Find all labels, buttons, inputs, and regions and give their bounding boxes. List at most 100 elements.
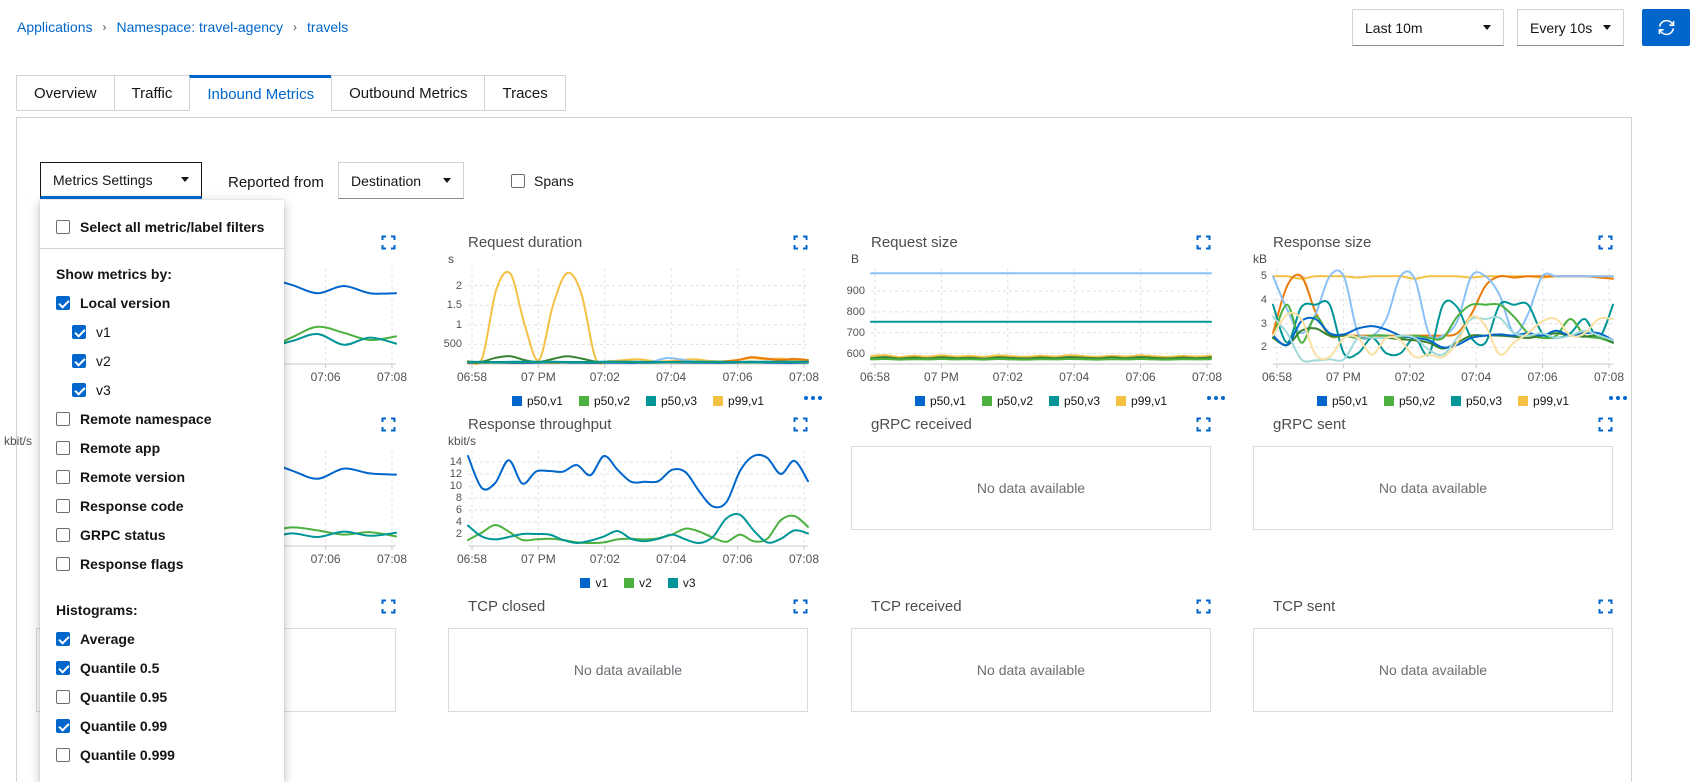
expand-icon[interactable] <box>793 417 808 432</box>
expand-icon[interactable] <box>793 599 808 614</box>
legend-item-v2[interactable]: v2 <box>624 576 652 590</box>
kebab-dot <box>1221 396 1225 400</box>
reported-from-label: Reported from <box>228 174 324 191</box>
expand-icon[interactable] <box>1196 599 1211 614</box>
menu-item-remote-namespace[interactable]: Remote namespace <box>40 404 284 433</box>
legend-item-p50-v2[interactable]: p50,v2 <box>982 394 1033 408</box>
menu-item-quantile-0-99[interactable]: Quantile 0.99 <box>40 711 284 740</box>
x-axis-tick-label: 07 PM <box>924 370 959 384</box>
checkbox-remote-version[interactable] <box>56 470 70 484</box>
metric-card-tcp_sent: TCP sentNo data available <box>1237 590 1629 712</box>
tab-overview[interactable]: Overview <box>16 75 115 111</box>
checkbox-response-code[interactable] <box>56 499 70 513</box>
expand-icon[interactable] <box>793 235 808 250</box>
metrics-settings-dropdown-button[interactable]: Metrics Settings <box>40 162 202 199</box>
menu-item-response-flags[interactable]: Response flags <box>40 549 284 578</box>
legend-item-p50-v3[interactable]: p50,v3 <box>1049 394 1100 408</box>
y-axis-unit-label: kbit/s <box>448 434 476 448</box>
legend-item-p50-v3[interactable]: p50,v3 <box>1451 394 1502 408</box>
menu-item-label: Remote app <box>80 440 160 456</box>
menu-item-v3[interactable]: v3 <box>40 375 284 404</box>
legend-item-p99-v1[interactable]: p99,v1 <box>1116 394 1167 408</box>
legend-item-p50-v3[interactable]: p50,v3 <box>646 394 697 408</box>
x-axis-tick-label: 06:58 <box>860 370 890 384</box>
y-axis-tick-label: 4 <box>432 516 462 528</box>
breadcrumb-link-travels[interactable]: travels <box>307 19 348 35</box>
menu-item-response-code[interactable]: Response code <box>40 491 284 520</box>
breadcrumb-link-applications[interactable]: Applications <box>17 19 93 35</box>
menu-item-v2[interactable]: v2 <box>40 346 284 375</box>
menu-item-quantile-0-95[interactable]: Quantile 0.95 <box>40 682 284 711</box>
legend-item-p99-v1[interactable]: p99,v1 <box>713 394 764 408</box>
checkbox-v3[interactable] <box>72 383 86 397</box>
menu-item-quantile-0-5[interactable]: Quantile 0.5 <box>40 653 284 682</box>
legend-item-p50-v1[interactable]: p50,v1 <box>512 394 563 408</box>
tab-outbound-metrics[interactable]: Outbound Metrics <box>331 75 485 111</box>
legend-swatch <box>668 578 678 588</box>
checkbox-response-flags[interactable] <box>56 557 70 571</box>
checkbox-remote-namespace[interactable] <box>56 412 70 426</box>
menu-item-select-all-metric-label-filters[interactable]: Select all metric/label filters <box>40 212 284 241</box>
menu-item-v1[interactable]: v1 <box>40 317 284 346</box>
chart-unit-row: kB <box>1237 252 1629 266</box>
legend-item-p50-v2[interactable]: p50,v2 <box>579 394 630 408</box>
chart-canvas <box>871 268 1211 369</box>
refresh-interval-value: Every 10s <box>1530 20 1592 36</box>
checkbox-v1[interactable] <box>72 325 86 339</box>
expand-icon[interactable] <box>1196 417 1211 432</box>
checkbox-quantile-0-5[interactable] <box>56 661 70 675</box>
metrics-settings-menu: Select all metric/label filtersShow metr… <box>40 200 284 782</box>
checkbox-quantile-0-999[interactable] <box>56 748 70 762</box>
checkbox-quantile-0-99[interactable] <box>56 719 70 733</box>
y-axis-tick-label: 700 <box>835 327 865 339</box>
expand-icon[interactable] <box>381 599 396 614</box>
refresh-interval-select[interactable]: Every 10s <box>1517 9 1624 46</box>
x-axis-tick-label: 07:06 <box>1528 370 1558 384</box>
menu-item-remote-version[interactable]: Remote version <box>40 462 284 491</box>
legend-item-p50-v2[interactable]: p50,v2 <box>1384 394 1435 408</box>
tab-inbound-metrics[interactable]: Inbound Metrics <box>189 75 332 111</box>
legend-overflow-kebab-icon[interactable] <box>804 396 822 400</box>
expand-icon[interactable] <box>1598 599 1613 614</box>
menu-item-average[interactable]: Average <box>40 624 284 653</box>
menu-item-grpc-status[interactable]: GRPC status <box>40 520 284 549</box>
expand-icon[interactable] <box>1598 417 1613 432</box>
checkbox-average[interactable] <box>56 632 70 646</box>
checkbox-remote-app[interactable] <box>56 441 70 455</box>
legend-swatch <box>982 396 992 406</box>
legend-overflow-kebab-icon[interactable] <box>1207 396 1225 400</box>
menu-item-remote-app[interactable]: Remote app <box>40 433 284 462</box>
expand-icon[interactable] <box>1196 235 1211 250</box>
checkbox-select-all-metric-label-filters[interactable] <box>56 220 70 234</box>
legend-item-v1[interactable]: v1 <box>580 576 608 590</box>
x-axis-tick-label: 07 PM <box>521 370 556 384</box>
x-axis-labels: 06:5807 PM07:0207:0407:0607:08 <box>871 370 1211 384</box>
no-data-panel: No data available <box>1253 628 1613 712</box>
legend-item-p50-v1[interactable]: p50,v1 <box>1317 394 1368 408</box>
checkbox-grpc-status[interactable] <box>56 528 70 542</box>
menu-item-local-version[interactable]: Local version <box>40 288 284 317</box>
reporter-value: Destination <box>351 173 421 189</box>
x-axis-labels: 06:5807 PM07:0207:0407:0607:08 <box>468 552 808 566</box>
checkbox-v2[interactable] <box>72 354 86 368</box>
checkbox-quantile-0-95[interactable] <box>56 690 70 704</box>
expand-icon[interactable] <box>1598 235 1613 250</box>
legend-item-p50-v1[interactable]: p50,v1 <box>915 394 966 408</box>
checkbox-local-version[interactable] <box>56 296 70 310</box>
refresh-button[interactable] <box>1642 9 1690 46</box>
expand-icon[interactable] <box>381 417 396 432</box>
chart-header: Request duration <box>432 226 824 252</box>
x-axis-tick-label: 06:58 <box>1262 370 1292 384</box>
reporter-select[interactable]: Destination <box>338 162 464 199</box>
tab-traffic[interactable]: Traffic <box>114 75 191 111</box>
breadcrumb-link-namespace-travel-agency[interactable]: Namespace: travel-agency <box>117 19 284 35</box>
legend-overflow-kebab-icon[interactable] <box>1609 396 1627 400</box>
duration-select[interactable]: Last 10m <box>1352 9 1504 46</box>
legend-item-p99-v1[interactable]: p99,v1 <box>1518 394 1569 408</box>
tab-traces[interactable]: Traces <box>484 75 565 111</box>
y-axis-tick-label: 8 <box>432 492 462 504</box>
legend-item-v3[interactable]: v3 <box>668 576 696 590</box>
spans-checkbox[interactable] <box>511 174 525 188</box>
expand-icon[interactable] <box>381 235 396 250</box>
menu-item-quantile-0-999[interactable]: Quantile 0.999 <box>40 740 284 769</box>
